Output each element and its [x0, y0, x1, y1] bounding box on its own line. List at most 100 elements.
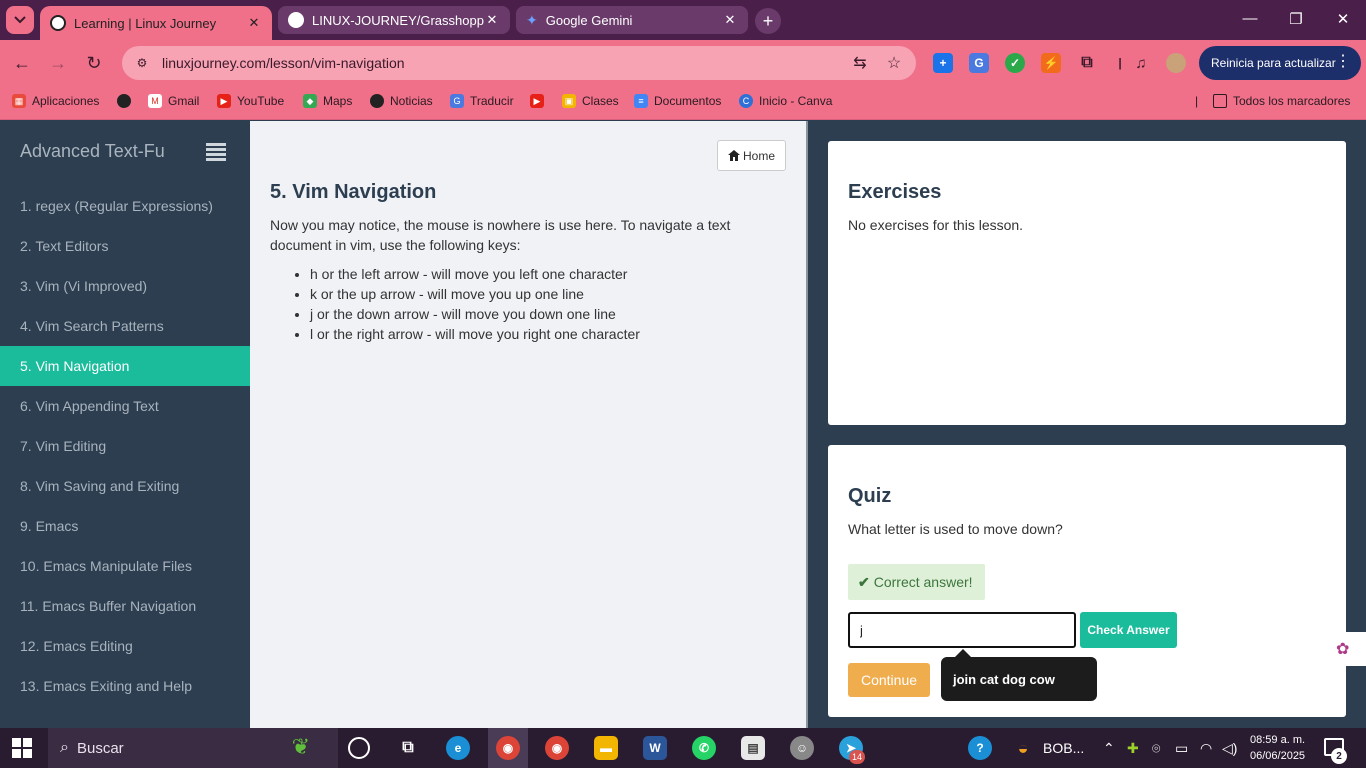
bookmark-globe[interactable] [117, 94, 137, 108]
sidebar-item-emacs-editing[interactable]: 12. Emacs Editing [0, 626, 250, 666]
bookmark-gmail[interactable]: M Gmail [148, 94, 199, 108]
sidebar-title[interactable]: Advanced Text-Fu [20, 141, 165, 162]
taskbar-search[interactable]: ⌕ Buscar ❦ [48, 728, 338, 768]
telegram-badge: 14 [849, 750, 865, 764]
bookmark-noticias[interactable]: Noticias [370, 94, 433, 108]
back-arrow-icon[interactable]: ← [10, 51, 34, 75]
extension-check-icon[interactable]: ✓ [1005, 53, 1025, 73]
list-item: h or the left arrow - will move you left… [310, 264, 770, 284]
extension-translate-icon[interactable]: G [969, 53, 989, 73]
bookmark-label: Aplicaciones [32, 94, 100, 108]
search-label: Buscar [76, 739, 124, 757]
cortana-icon[interactable] [348, 737, 370, 759]
photos-icon[interactable]: ▤ [741, 736, 765, 760]
sidebar-item-vim[interactable]: 3. Vim (Vi Improved) [0, 266, 250, 306]
whatsapp-icon[interactable]: ✆ [692, 736, 716, 760]
chrome-icon[interactable]: ◉ [545, 736, 569, 760]
tab-search-button[interactable] [6, 6, 34, 34]
profile-avatar[interactable] [1166, 53, 1186, 73]
close-icon[interactable]: ✕ [722, 12, 738, 28]
clock-time: 08:59 a. m. [1250, 734, 1306, 746]
home-button[interactable]: Home [717, 140, 786, 171]
classroom-icon: ▣ [562, 94, 576, 108]
autocomplete-tooltip[interactable]: join cat dog cow [941, 649, 1097, 701]
tray-plus-icon[interactable]: ✚ [1127, 740, 1139, 757]
bookmark-clases[interactable]: ▣ Clases [562, 94, 619, 108]
bookmark-traducir[interactable]: G Traducir [450, 94, 514, 108]
restore-icon[interactable]: ❐ [1284, 10, 1308, 28]
task-view-icon[interactable]: ⧉ [396, 736, 420, 760]
tab-github[interactable]: LINUX-JOURNEY/Grasshopper/ ✕ [278, 6, 510, 34]
floating-assistant-icon[interactable]: ✿ [1328, 632, 1366, 666]
volume-icon[interactable]: ◁) [1222, 740, 1237, 757]
extensions-puzzle-icon[interactable]: ⧉ [1077, 53, 1097, 73]
home-label: Home [742, 148, 775, 163]
url-text[interactable]: linuxjourney.com/lesson/vim-navigation [162, 55, 848, 71]
bookmark-apps[interactable]: ▦ Aplicaciones [12, 94, 99, 108]
minimize-icon[interactable]: — [1238, 10, 1262, 27]
battery-icon[interactable]: ▭ [1175, 740, 1188, 757]
bookmark-youtube-2[interactable]: ▶ [530, 94, 550, 108]
sidebar-item-vim-search-patterns[interactable]: 4. Vim Search Patterns [0, 306, 250, 346]
bookmark-all[interactable]: Todos los marcadores [1213, 94, 1350, 108]
help-icon[interactable]: ? [968, 736, 992, 760]
bookmark-label: Clases [582, 94, 619, 108]
answer-input[interactable] [848, 612, 1076, 648]
address-bar[interactable]: ⚙ linuxjourney.com/lesson/vim-navigation… [122, 46, 916, 80]
sidebar-item-emacs[interactable]: 9. Emacs [0, 506, 250, 546]
lesson-panel: Home 5. Vim Navigation Now you may notic… [250, 121, 806, 728]
reload-icon[interactable]: ↻ [82, 51, 106, 75]
translate-icon[interactable]: ⇆ [848, 53, 872, 73]
edge-icon[interactable]: e [446, 736, 470, 760]
restart-update-button[interactable]: Reinicia para actualizar ⋮ [1199, 46, 1361, 80]
tab-linux-journey[interactable]: Learning | Linux Journey ✕ [40, 6, 272, 40]
tray-app-label[interactable]: BOB... [1043, 740, 1084, 756]
bookmark-canva[interactable]: C Inicio - Canva [739, 94, 832, 108]
system-clock[interactable]: 08:59 a. m. 06/06/2025 [1250, 732, 1305, 764]
star-icon[interactable]: ☆ [882, 53, 906, 73]
hamburger-menu-icon[interactable] [206, 143, 226, 161]
extension-plus-icon[interactable]: + [933, 53, 953, 73]
chevron-up-icon[interactable]: ⌃ [1103, 740, 1115, 757]
windows-start-icon[interactable] [12, 738, 32, 758]
sidebar-item-emacs-buffer-navigation[interactable]: 11. Emacs Buffer Navigation [0, 586, 250, 626]
chevron-down-icon [14, 16, 26, 24]
sidebar-item-vim-saving-exiting[interactable]: 8. Vim Saving and Exiting [0, 466, 250, 506]
bookmark-documentos[interactable]: ≡ Documentos [634, 94, 721, 108]
lesson-intro: Now you may notice, the mouse is nowhere… [270, 217, 731, 253]
new-tab-button[interactable]: + [755, 8, 781, 34]
forward-arrow-icon[interactable]: → [46, 51, 70, 75]
chrome-profile-icon[interactable]: ◉ [496, 736, 520, 760]
sidebar-item-emacs-exiting-help[interactable]: 13. Emacs Exiting and Help [0, 666, 250, 706]
bookmark-youtube[interactable]: ▶ YouTube [217, 94, 284, 108]
word-icon[interactable]: W [643, 736, 667, 760]
tab-gemini[interactable]: ✦ Google Gemini ✕ [516, 6, 748, 34]
sidebar-item-regex[interactable]: 1. regex (Regular Expressions) [0, 186, 250, 226]
bookmark-maps[interactable]: ◆ Maps [303, 94, 352, 108]
sidebar-item-vim-editing[interactable]: 7. Vim Editing [0, 426, 250, 466]
more-menu-icon[interactable]: ⋮ [1335, 54, 1351, 70]
sidebar-item-text-editors[interactable]: 2. Text Editors [0, 226, 250, 266]
panel-divider [806, 121, 808, 728]
wifi-icon[interactable]: ◠ [1200, 740, 1212, 757]
canva-icon: C [739, 94, 753, 108]
sidebar-item-vim-appending-text[interactable]: 6. Vim Appending Text [0, 386, 250, 426]
extension-bolt-icon[interactable]: ⚡ [1041, 53, 1061, 73]
home-icon [727, 150, 740, 161]
burger-app-icon[interactable]: ◒ [1011, 736, 1035, 760]
close-icon[interactable]: ✕ [246, 15, 262, 31]
sidebar-item-emacs-manipulate-files[interactable]: 10. Emacs Manipulate Files [0, 546, 250, 586]
media-control-icon[interactable]: ♫ [1131, 53, 1151, 73]
notification-badge: 2 [1331, 748, 1347, 764]
file-explorer-icon[interactable]: ▬ [594, 736, 618, 760]
bookmark-label: Noticias [390, 94, 433, 108]
webcam-icon[interactable]: ⌾ [1152, 740, 1160, 757]
close-window-icon[interactable]: ✕ [1331, 10, 1355, 28]
sidebar-item-vim-navigation[interactable]: 5. Vim Navigation [0, 346, 250, 386]
check-answer-button[interactable]: Check Answer [1080, 612, 1177, 648]
close-icon[interactable]: ✕ [484, 12, 500, 28]
site-info-icon[interactable]: ⚙ [132, 53, 152, 73]
avatar-app-icon[interactable]: ☺ [790, 736, 814, 760]
navigation-keys-list: h or the left arrow - will move you left… [310, 264, 770, 344]
continue-button[interactable]: Continue [848, 663, 930, 697]
